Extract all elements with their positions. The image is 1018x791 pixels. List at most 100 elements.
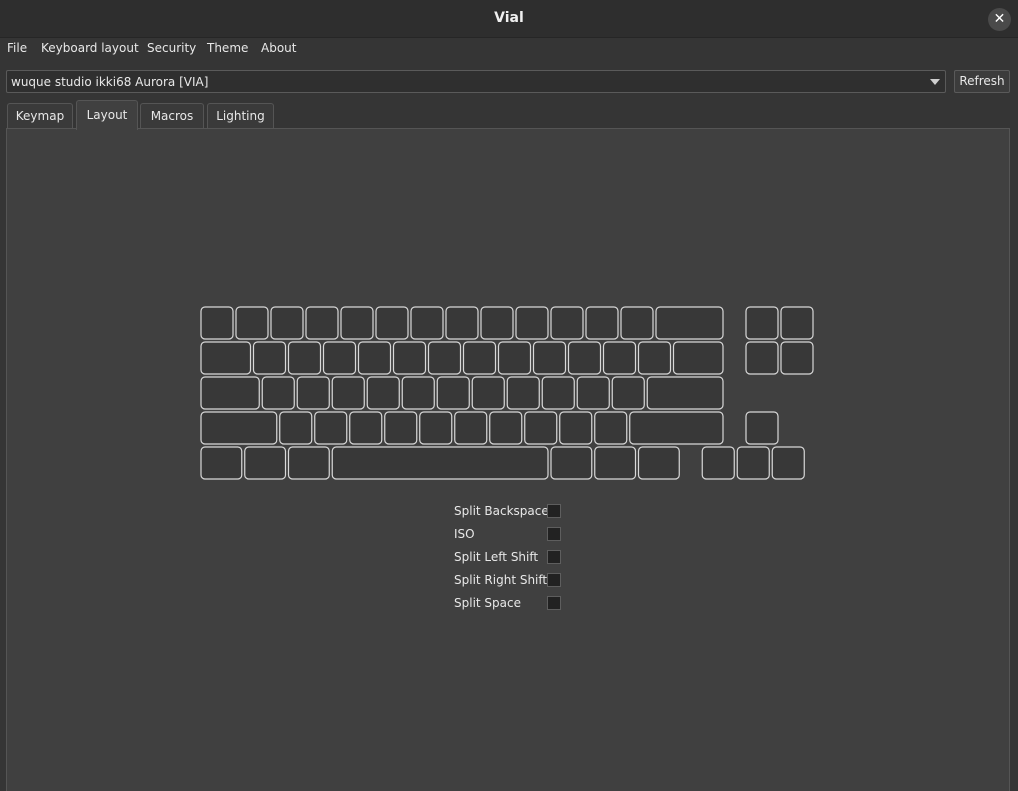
- split-backspace-checkbox[interactable]: [547, 504, 561, 518]
- option-label: Split Right Shift: [454, 573, 548, 587]
- keyboard-key[interactable]: [489, 411, 523, 445]
- keyboard-key[interactable]: [620, 306, 654, 340]
- keyboard-key[interactable]: [736, 446, 770, 480]
- keyboard-key[interactable]: [780, 341, 814, 375]
- keyboard-key[interactable]: [279, 411, 313, 445]
- device-select[interactable]: wuque studio ikki68 Aurora [VIA]: [6, 70, 946, 93]
- keyboard-key[interactable]: [200, 376, 260, 410]
- keyboard-key[interactable]: [745, 341, 779, 375]
- option-split-space: Split Space: [454, 595, 564, 613]
- keyboard-key[interactable]: [629, 411, 724, 445]
- keyboard-key[interactable]: [701, 446, 735, 480]
- keyboard-key[interactable]: [585, 306, 619, 340]
- iso-checkbox[interactable]: [547, 527, 561, 541]
- keyboard-key[interactable]: [745, 411, 779, 445]
- menu-about[interactable]: About: [261, 41, 296, 55]
- keyboard-key[interactable]: [357, 341, 392, 375]
- keyboard-key[interactable]: [200, 341, 252, 375]
- keyboard-key[interactable]: [244, 446, 287, 480]
- keyboard-key[interactable]: [646, 376, 724, 410]
- keyboard-key[interactable]: [427, 341, 462, 375]
- keyboard-key[interactable]: [287, 341, 322, 375]
- keyboard-key[interactable]: [506, 376, 540, 410]
- keyboard-key[interactable]: [515, 306, 549, 340]
- keyboard-key[interactable]: [349, 411, 383, 445]
- keyboard-key[interactable]: [200, 411, 278, 445]
- refresh-button[interactable]: Refresh: [954, 70, 1010, 93]
- keyboard-key[interactable]: [261, 376, 295, 410]
- keyboard-key[interactable]: [340, 306, 374, 340]
- keyboard-key[interactable]: [541, 376, 575, 410]
- keyboard-key[interactable]: [200, 446, 243, 480]
- keyboard-key[interactable]: [497, 341, 532, 375]
- window-title: Vial: [494, 10, 524, 26]
- keyboard-key[interactable]: [471, 376, 505, 410]
- keyboard-key[interactable]: [445, 306, 479, 340]
- keyboard-key[interactable]: [200, 306, 234, 340]
- option-label: ISO: [454, 527, 475, 541]
- keyboard-key[interactable]: [655, 306, 724, 340]
- tab-layout[interactable]: Layout: [76, 100, 138, 130]
- option-iso: ISO: [454, 526, 564, 544]
- option-label: Split Space: [454, 596, 521, 610]
- menu-file[interactable]: File: [7, 41, 27, 55]
- menu-theme[interactable]: Theme: [207, 41, 248, 55]
- keyboard-key[interactable]: [594, 446, 637, 480]
- keyboard-key[interactable]: [366, 376, 400, 410]
- keyboard-key[interactable]: [780, 306, 814, 340]
- tab-macros[interactable]: Macros: [140, 103, 204, 129]
- split-right-shift-checkbox[interactable]: [547, 573, 561, 587]
- keyboard-key[interactable]: [745, 306, 779, 340]
- chevron-down-icon[interactable]: [930, 79, 940, 85]
- keyboard-key[interactable]: [314, 411, 348, 445]
- title-bar: Vial ✕: [0, 0, 1018, 38]
- split-space-checkbox[interactable]: [547, 596, 561, 610]
- keyboard-key[interactable]: [594, 411, 628, 445]
- keyboard-key[interactable]: [524, 411, 558, 445]
- option-label: Split Left Shift: [454, 550, 539, 564]
- keyboard-key[interactable]: [576, 376, 610, 410]
- tab-lighting[interactable]: Lighting: [207, 103, 274, 129]
- menu-bar: File Keyboard layout Security Theme Abou…: [0, 38, 1018, 61]
- close-button[interactable]: ✕: [988, 8, 1011, 31]
- keyboard-key[interactable]: [672, 341, 724, 375]
- option-split-right-shift: Split Right Shift: [454, 572, 564, 590]
- keyboard-key[interactable]: [392, 341, 427, 375]
- option-split-backspace: Split Backspace: [454, 503, 564, 521]
- keyboard-key[interactable]: [436, 376, 470, 410]
- keyboard-key[interactable]: [401, 376, 435, 410]
- keyboard-key[interactable]: [331, 376, 365, 410]
- keyboard-key[interactable]: [771, 446, 805, 480]
- keyboard-key[interactable]: [375, 306, 409, 340]
- menu-security[interactable]: Security: [147, 41, 196, 55]
- keyboard-key[interactable]: [270, 306, 304, 340]
- tab-keymap[interactable]: Keymap: [7, 103, 73, 129]
- keyboard-key[interactable]: [235, 306, 269, 340]
- keyboard-key[interactable]: [419, 411, 453, 445]
- keyboard-key[interactable]: [559, 411, 593, 445]
- keyboard-key[interactable]: [287, 446, 330, 480]
- option-label: Split Backspace: [454, 504, 549, 518]
- keyboard-key[interactable]: [252, 341, 287, 375]
- menu-keyboard-layout[interactable]: Keyboard layout: [41, 41, 139, 55]
- device-select-value: wuque studio ikki68 Aurora [VIA]: [11, 75, 209, 89]
- keyboard-key[interactable]: [637, 446, 680, 480]
- keyboard-key[interactable]: [305, 306, 339, 340]
- keyboard-key[interactable]: [410, 306, 444, 340]
- keyboard-key[interactable]: [550, 446, 593, 480]
- keyboard-key[interactable]: [637, 341, 672, 375]
- keyboard-key[interactable]: [602, 341, 637, 375]
- keyboard-key[interactable]: [550, 306, 584, 340]
- keyboard-key[interactable]: [532, 341, 567, 375]
- keyboard-key[interactable]: [567, 341, 602, 375]
- option-split-left-shift: Split Left Shift: [454, 549, 564, 567]
- keyboard-key[interactable]: [322, 341, 357, 375]
- keyboard-key[interactable]: [480, 306, 514, 340]
- keyboard-key[interactable]: [296, 376, 330, 410]
- keyboard-key[interactable]: [454, 411, 488, 445]
- split-left-shift-checkbox[interactable]: [547, 550, 561, 564]
- keyboard-key[interactable]: [611, 376, 645, 410]
- keyboard-key[interactable]: [384, 411, 418, 445]
- keyboard-key[interactable]: [462, 341, 497, 375]
- keyboard-key[interactable]: [331, 446, 549, 480]
